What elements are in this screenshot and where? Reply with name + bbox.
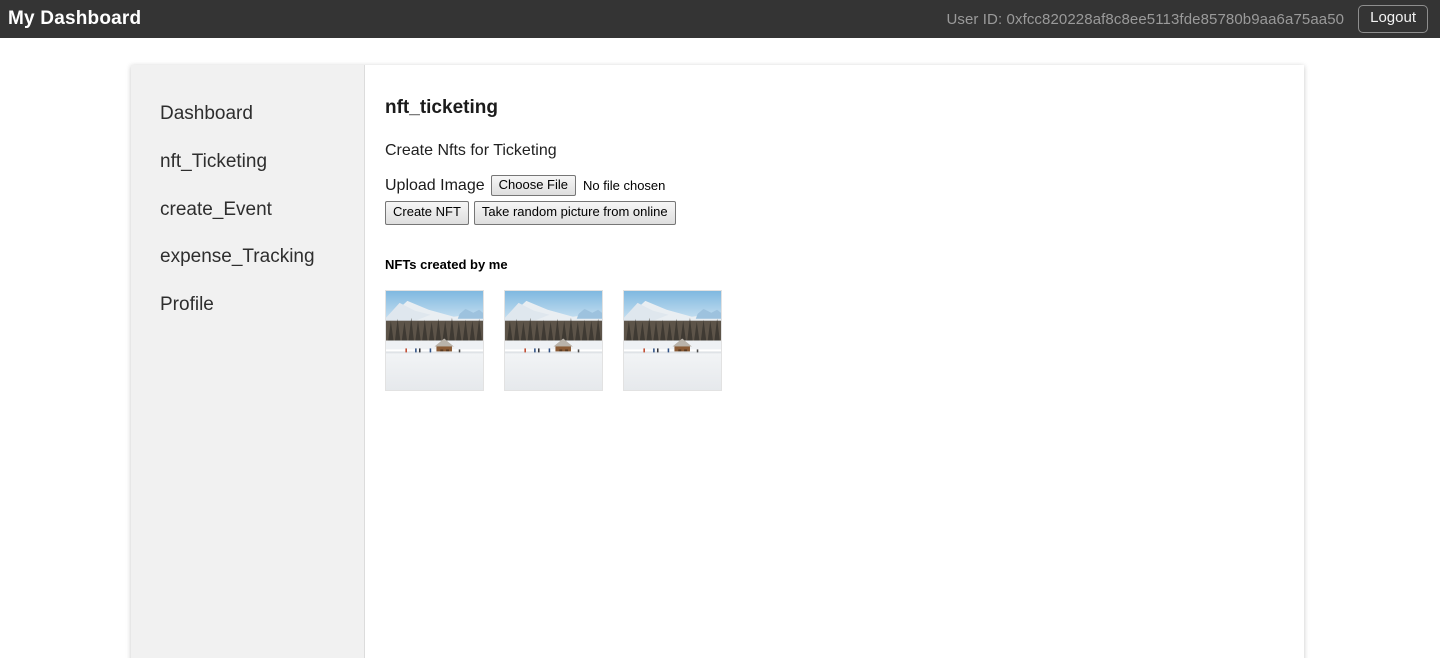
snowy-cabin-image [386,290,483,390]
file-input-control[interactable]: Choose File No file chosen [490,175,666,197]
top-bar-right-group: User ID: 0xfcc820228af8c8ee5113fde85780b… [946,5,1428,33]
page-title: nft_ticketing [385,97,498,118]
logout-button[interactable]: Logout [1358,5,1428,33]
file-status-text: No file chosen [583,178,666,194]
sidebar-item-profile[interactable]: Profile [131,281,364,329]
action-button-row: Create NFT Take random picture from onli… [385,201,1304,225]
sidebar-navigation: Dashboard nft_Ticketing create_Event exp… [131,65,365,658]
dashboard-card: Dashboard nft_Ticketing create_Event exp… [131,65,1304,658]
user-id-label: User ID: 0xfcc820228af8c8ee5113fde85780b… [946,10,1345,28]
sidebar-item-create-event[interactable]: create_Event [131,186,364,234]
nft-thumbnail-item[interactable] [504,289,603,391]
choose-file-button[interactable]: Choose File [490,175,576,197]
sidebar-item-nft-ticketing[interactable]: nft_Ticketing [131,138,364,186]
sidebar-item-dashboard[interactable]: Dashboard [131,90,364,138]
app-brand-title: My Dashboard [8,8,142,29]
create-nft-button[interactable]: Create NFT [385,201,469,225]
nfts-created-heading: NFTs created by me [385,256,508,272]
snowy-cabin-image [624,290,721,390]
take-random-picture-button[interactable]: Take random picture from online [473,201,676,225]
page-subtitle: Create Nfts for Ticketing [385,142,557,159]
top-navigation-bar: My Dashboard User ID: 0xfcc820228af8c8ee… [0,0,1440,38]
sidebar-item-expense-tracking[interactable]: expense_Tracking [131,233,364,281]
nft-thumbnail-item[interactable] [385,289,484,391]
page-body: Dashboard nft_Ticketing create_Event exp… [0,38,1440,658]
snowy-cabin-image [505,290,602,390]
main-content-panel: nft_ticketing Create Nfts for Ticketing … [365,65,1304,658]
nft-thumbnail-item[interactable] [623,289,722,391]
upload-image-label: Upload Image [385,176,485,194]
upload-image-row: Upload Image Choose File No file chosen [385,175,1304,197]
nft-thumbnail-list [385,289,1304,391]
